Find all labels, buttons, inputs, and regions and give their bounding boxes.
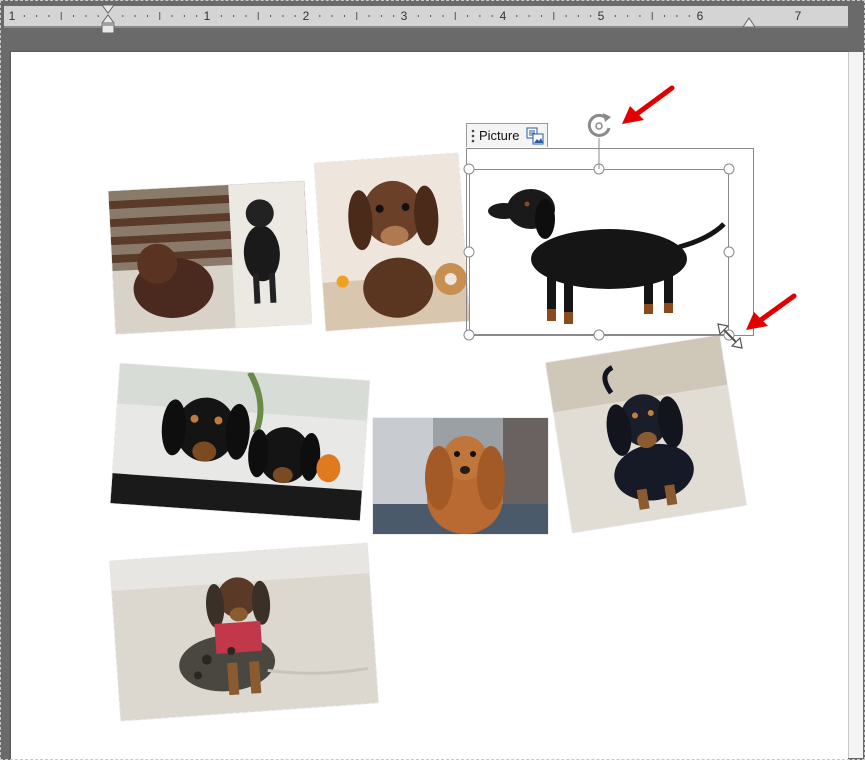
picture-layout-icon[interactable] xyxy=(526,127,544,145)
ruler-number: 1 xyxy=(8,9,16,23)
ruler-number: 4 xyxy=(499,9,507,23)
resize-diagonal-icon xyxy=(717,323,743,349)
photo-long-haired-dachshund[interactable] xyxy=(373,418,548,534)
photo-dapple-dachshund-on-sand[interactable] xyxy=(109,543,379,721)
picture-anchor-tag[interactable]: Picture xyxy=(466,123,548,147)
dog-photo-icon xyxy=(314,153,470,331)
dog-photo-icon xyxy=(108,180,312,335)
ruler-number: 6 xyxy=(696,9,704,23)
selection-frame[interactable] xyxy=(469,169,729,335)
drag-grip-icon[interactable] xyxy=(469,129,477,143)
dog-photo-icon xyxy=(373,418,548,534)
horizontal-ruler[interactable]: 1 1 2 3 4 5 6 7 xyxy=(4,6,848,28)
photo-brown-dachshund-puppy[interactable] xyxy=(314,153,470,331)
resize-handle-bottom-left[interactable] xyxy=(463,329,475,341)
dog-photo-icon xyxy=(109,543,379,721)
photo-dachshund-on-sofa[interactable] xyxy=(545,335,747,533)
resize-handle-right[interactable] xyxy=(723,246,735,258)
ruler-number: 3 xyxy=(400,9,408,23)
scroll-rail[interactable] xyxy=(848,52,863,758)
ruler-number: 5 xyxy=(597,9,605,23)
ruler-number: 7 xyxy=(794,9,802,23)
resize-handle-top-right[interactable] xyxy=(723,163,735,175)
ruler-number: 1 xyxy=(203,9,211,23)
rotate-handle-icon[interactable] xyxy=(584,110,614,170)
ruler-ticks xyxy=(4,12,848,27)
ruler-number: 2 xyxy=(302,9,310,23)
right-indent-marker-icon[interactable] xyxy=(741,15,757,29)
dog-photo-icon xyxy=(545,335,747,533)
red-arrow-icon xyxy=(746,293,797,330)
picture-anchor-label: Picture xyxy=(479,128,520,143)
photo-two-black-tan-puppies[interactable] xyxy=(110,363,370,521)
resize-handle-top-left[interactable] xyxy=(463,163,475,175)
indent-marker-icon[interactable] xyxy=(99,4,119,36)
photo-two-dogs-on-balcony[interactable] xyxy=(108,180,312,335)
resize-handle-bottom[interactable] xyxy=(593,329,605,341)
dog-photo-icon xyxy=(110,363,370,521)
red-arrow-icon xyxy=(622,85,675,124)
resize-handle-left[interactable] xyxy=(463,246,475,258)
